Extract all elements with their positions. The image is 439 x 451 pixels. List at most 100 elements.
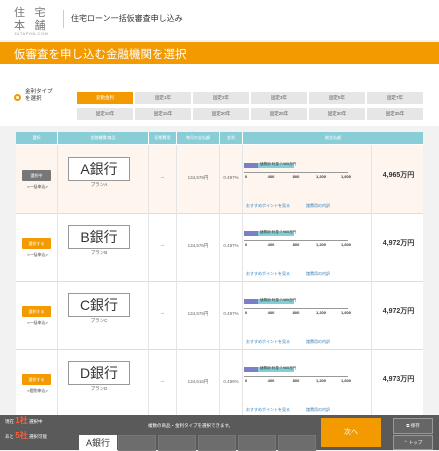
initial-cost: － — [160, 311, 165, 316]
fee-breakdown-link[interactable]: 諸費用の内訳 — [306, 407, 330, 413]
axis-tick-label: 800 — [292, 310, 300, 315]
apply-type-label: <一括申込> — [27, 184, 48, 189]
top-label: トップ — [408, 440, 423, 445]
axis-tick-label: 1,200 — [315, 174, 327, 179]
axis-tick-label: 1,200 — [315, 310, 327, 315]
select-button[interactable]: 選択する — [22, 374, 51, 385]
save-label: 保存 — [410, 423, 420, 428]
interest-rate: 0.499% — [223, 379, 239, 384]
plan-name: プランB — [90, 250, 108, 255]
total-payment: 4,973万円 — [382, 376, 415, 383]
monthly-payment: 134,576円 — [187, 311, 209, 316]
plan-name: プランD — [90, 386, 108, 391]
bar-axis — [244, 172, 348, 173]
rate-tab[interactable]: 固定2年 — [193, 92, 249, 104]
rate-tab[interactable]: 固定15年 — [135, 108, 191, 120]
axis-tick-label: 0 — [244, 242, 248, 247]
bar-axis-ticks: 0 400 800 1,200 1,600 — [244, 174, 354, 180]
rate-tab[interactable]: 固定30年 — [309, 108, 365, 120]
recommend-link[interactable]: おすすめポイントを見る — [246, 271, 290, 277]
select-button[interactable]: 選択する — [22, 306, 51, 317]
bar-fees — [244, 163, 258, 168]
col-header-select: 選択 — [16, 132, 57, 144]
rate-tab[interactable]: 固定3年 — [251, 92, 307, 104]
rate-tab[interactable]: 固定7年 — [367, 92, 423, 104]
bank-name-box[interactable]: A銀行 — [68, 157, 130, 181]
total-payment-bar: 諸費用 利息 7,965万円 0 400 800 1,200 1,600 — [244, 230, 356, 259]
rate-tab[interactable]: 固定10年 — [77, 108, 133, 120]
next-button[interactable]: 次へ — [321, 418, 381, 447]
column-divider — [371, 145, 372, 213]
rate-tab[interactable]: 変動金利 — [77, 92, 133, 104]
fee-breakdown-link[interactable]: 諸費用の内訳 — [306, 203, 330, 209]
apply-type-label: <一括申込> — [27, 320, 48, 325]
bar-label: 諸費用 利息 7,965万円 — [260, 230, 297, 234]
table-row: 選択する <一括申込> C銀行 プランC － 134,576円 0.497% 4,972万円お… — [16, 281, 423, 350]
column-divider — [57, 213, 58, 281]
axis-tick-label: 800 — [292, 174, 300, 179]
initial-cost: － — [160, 243, 165, 248]
col-header-rate: 金利 — [220, 132, 242, 144]
select-button[interactable]: 選択する — [22, 238, 51, 249]
total-payment-bar: 諸費用 利息 7,965万円 0 400 800 1,200 1,600 — [244, 162, 356, 191]
bank-name-box[interactable]: B銀行 — [68, 225, 130, 249]
axis-tick-label: 800 — [292, 378, 300, 383]
column-divider — [57, 349, 58, 417]
bar-fees — [244, 299, 258, 304]
column-divider — [242, 213, 243, 281]
bar-axis-ticks: 0 400 800 1,200 1,600 — [244, 378, 354, 384]
recommend-link[interactable]: おすすめポイントを見る — [246, 407, 290, 413]
interest-rate: 0.497% — [223, 311, 239, 316]
axis-tick-label: 800 — [292, 242, 300, 247]
rate-tab[interactable]: 固定1年 — [135, 92, 191, 104]
selected-slot-6 — [278, 435, 316, 451]
rate-tab[interactable]: 固定25年 — [251, 108, 307, 120]
header: 住 宅 本 舗 JUTAPON.COM 住宅ローン一括仮審査申し込み — [0, 0, 439, 40]
site-logo[interactable]: 住 宅 本 舗 JUTAPON.COM — [14, 4, 54, 37]
axis-tick-label: 0 — [244, 378, 248, 383]
now-prefix: 現在 — [5, 419, 14, 424]
selected-slot-1[interactable]: A銀行 — [79, 435, 117, 451]
recommend-link[interactable]: おすすめポイントを見る — [246, 339, 290, 345]
bar-label: 諸費用 利息 7,965万円 — [260, 162, 297, 166]
column-divider — [57, 281, 58, 349]
plan-name: プランA — [90, 182, 108, 187]
bank-name-box[interactable]: C銀行 — [68, 293, 130, 317]
axis-tick-label: 400 — [267, 378, 275, 383]
col-header-bank: 金融機関/商品 — [58, 132, 148, 144]
rest-suffix: 選択可能 — [28, 434, 47, 439]
axis-tick-label: 1,600 — [340, 242, 352, 247]
logo-sub: JUTAPON.COM — [14, 31, 49, 36]
total-payment: 4,972万円 — [382, 240, 415, 247]
col-header-monthly: 毎月の支払額 — [177, 132, 219, 144]
back-to-top-button[interactable]: ⌃ トップ — [393, 435, 433, 450]
rate-type-label-line1: 金利タイプ — [25, 89, 53, 95]
bullet-icon — [14, 94, 21, 101]
apply-type-label: <一括申込> — [27, 252, 48, 257]
bar-axis — [244, 376, 348, 377]
total-payment-bar: 諸費用 利息 7,965万円 0 400 800 1,200 1,600 — [244, 366, 356, 395]
axis-tick-label: 1,600 — [340, 378, 352, 383]
fee-breakdown-link[interactable]: 諸費用の内訳 — [306, 271, 330, 277]
bar-axis — [244, 240, 348, 241]
bar-fees — [244, 231, 258, 236]
col-header-initial: 初期費用 — [149, 132, 176, 144]
rate-tab[interactable]: 固定35年 — [367, 108, 423, 120]
footer-message: 複数の商品・金利タイプを選択できます。 — [148, 423, 234, 428]
column-divider — [371, 281, 372, 349]
selected-slot-5 — [238, 435, 276, 451]
rate-tab[interactable]: 固定5年 — [309, 92, 365, 104]
save-button[interactable]: ⧉ 保存 — [393, 418, 433, 434]
rate-tab[interactable]: 固定20年 — [193, 108, 249, 120]
column-divider — [242, 349, 243, 417]
apply-type-label: <個別申込> — [27, 388, 48, 393]
fee-breakdown-link[interactable]: 諸費用の内訳 — [306, 339, 330, 345]
selected-slot-3 — [158, 435, 196, 451]
plan-name: プランC — [90, 318, 108, 323]
recommend-link[interactable]: おすすめポイントを見る — [246, 203, 290, 209]
axis-tick-label: 0 — [244, 174, 248, 179]
selected-count: 現在 1社 選択中 — [5, 417, 42, 425]
bank-name-box[interactable]: D銀行 — [68, 361, 130, 385]
select-button[interactable]: 選択中 — [22, 170, 51, 181]
axis-tick-label: 400 — [267, 310, 275, 315]
